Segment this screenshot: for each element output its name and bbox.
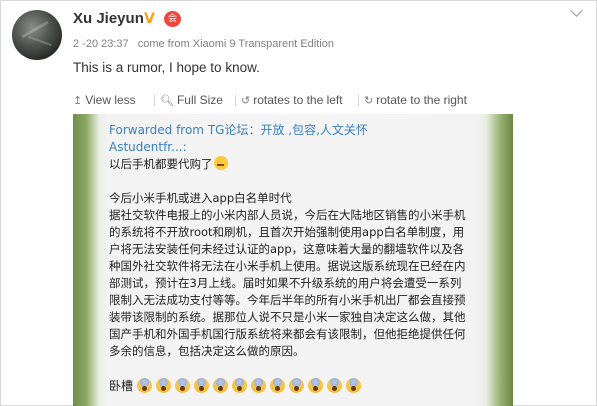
view-less-label: View less: [85, 93, 136, 107]
rotate-right-icon: ↻: [364, 95, 374, 107]
avatar[interactable]: [12, 10, 62, 60]
screaming-face-emoji-icon: [327, 378, 343, 393]
weibo-post: Xu Jieyun V 会 2 -20 23:37 come from Xiao…: [0, 0, 597, 406]
body-line: 今后小米手机或进入app白名单时代: [109, 191, 292, 205]
view-less-button[interactable]: ↥ View less: [73, 93, 136, 107]
body-line: 部测试，预计在3月上线。届时如果不升级系统的用户将会遭受一系列: [109, 276, 462, 290]
thinking-emoji-icon: [213, 156, 228, 170]
screaming-face-emoji-icon: [175, 378, 191, 393]
divider: [235, 95, 236, 106]
arrow-up-icon: ↥: [73, 95, 83, 107]
screaming-face-emoji-icon: [270, 378, 286, 393]
verified-icon: V: [144, 11, 155, 27]
full-size-label: Full Size: [176, 93, 223, 107]
body-line: 据社交软件电报上的小米内部人员说，今后在大陆地区销售的小米手机: [109, 208, 466, 222]
divider: [154, 95, 155, 106]
closing-line: 卧槽: [109, 377, 365, 394]
body-line: 装带该限制的系统。据那位人说不只是小米一家独自决定这么做，其他: [109, 310, 466, 324]
divider: [358, 95, 359, 106]
avatar-detail: [21, 20, 49, 39]
rotate-right-button[interactable]: ↻ rotate to the right: [364, 93, 467, 107]
screaming-face-emoji-icon: [137, 378, 153, 393]
screaming-face-emoji-icon: [232, 378, 248, 393]
intro-text: 以后手机都要代购了: [109, 157, 213, 171]
screaming-face-emoji-icon: [156, 378, 172, 393]
body-line: 种国外社交软件将无法在小米手机上使用。据说这版系统现在已经在内: [109, 259, 466, 273]
body-line: 的系统将不开放root和刷机，且首次开始强制使用app白名单制度，用: [109, 225, 465, 239]
body-line: 多余的信息，包括决定这么做的原因。: [109, 344, 305, 358]
rotate-left-label: rotates to the left: [253, 93, 343, 107]
member-badge-icon[interactable]: 会: [164, 11, 181, 27]
closing-text: 卧槽: [109, 379, 134, 393]
rotate-left-icon: ↺: [241, 95, 251, 107]
screaming-face-emoji-icon: [308, 378, 324, 393]
username[interactable]: Xu Jieyun: [73, 10, 144, 27]
intro-line: 以后手机都要代购了: [109, 156, 228, 172]
body-line: 限制入无法成功支付等等。今年后半年的所有小米手机出厂都会直接预: [109, 293, 466, 307]
magnifier-icon: 🔍︎: [160, 95, 174, 107]
screaming-face-emoji-icon: [289, 378, 305, 393]
post-image[interactable]: Forwarded from TG论坛：开放 ,包容,人文关怀 Astudent…: [73, 114, 513, 406]
scream-emoji-group: [137, 378, 365, 393]
rotate-right-label: rotate to the right: [376, 93, 467, 107]
post-text: This is a rumor, I hope to know.: [73, 60, 260, 75]
forwarded-from: Forwarded from TG论坛：开放 ,包容,人文关怀: [109, 123, 368, 137]
screaming-face-emoji-icon: [213, 378, 229, 393]
timestamp[interactable]: 2 -20 23:37: [73, 38, 129, 50]
body-line: 户将无法安装任何未经过认证的app，这意味着大量的翻墙软件以及各: [109, 242, 465, 256]
rotate-left-button[interactable]: ↺ rotates to the left: [241, 93, 343, 107]
body-line: 国产手机和外国手机国行版系统将来都会有该限制，但他拒绝提供任何: [109, 327, 466, 341]
full-size-button[interactable]: 🔍︎ Full Size: [160, 93, 223, 107]
screaming-face-emoji-icon: [251, 378, 267, 393]
screaming-face-emoji-icon: [346, 378, 362, 393]
author-name: Astudentfr...:: [109, 140, 187, 154]
avatar-detail: [28, 35, 52, 47]
post-meta: 2 -20 23:37 come from Xiaomi 9 Transpare…: [73, 38, 334, 50]
post-source[interactable]: come from Xiaomi 9 Transparent Edition: [138, 38, 334, 50]
screaming-face-emoji-icon: [194, 378, 210, 393]
